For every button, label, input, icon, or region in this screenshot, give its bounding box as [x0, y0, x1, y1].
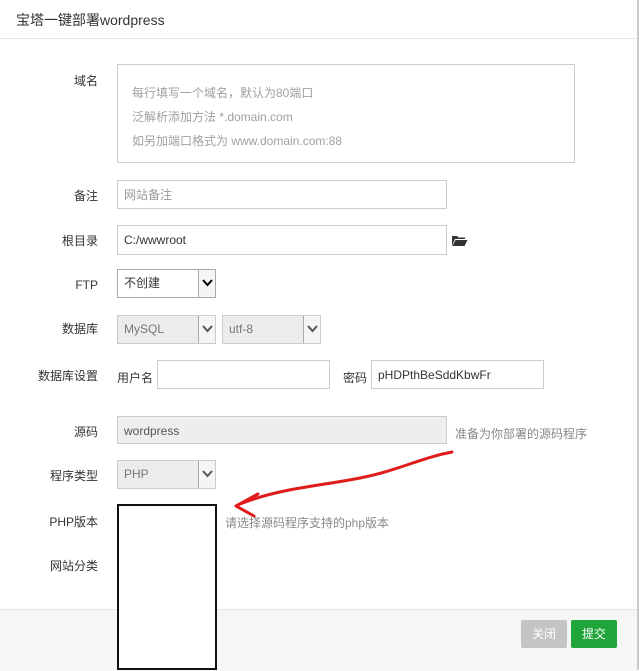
annotation-arrow	[234, 450, 454, 518]
